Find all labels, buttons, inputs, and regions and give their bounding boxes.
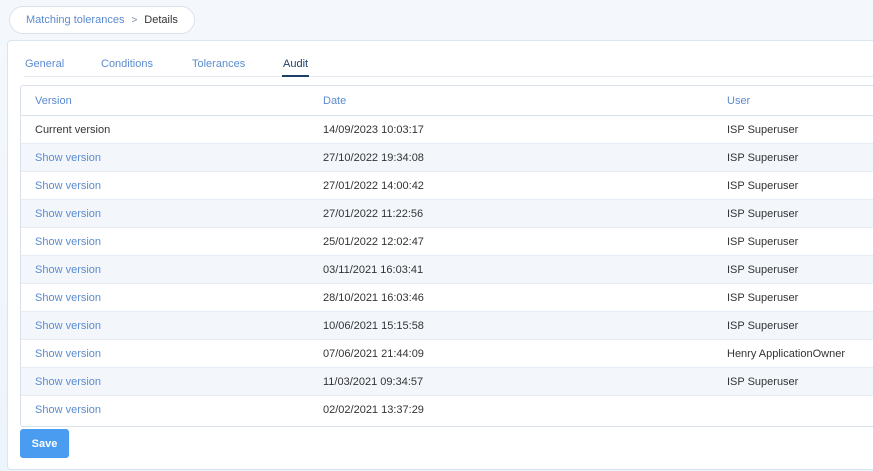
date-cell: 14/09/2023 10:03:17: [323, 123, 424, 136]
date-cell: 27/01/2022 14:00:42: [323, 179, 424, 192]
breadcrumb-current: Details: [144, 14, 178, 26]
user-cell: ISP Superuser: [727, 151, 799, 164]
table-row: Show version 27/10/2022 19:34:08 ISP Super…: [21, 144, 873, 172]
show-version-link[interactable]: Show version: [35, 292, 101, 304]
user-cell: ISP Superuser: [727, 123, 799, 136]
breadcrumb: Matching tolerances > Details: [9, 6, 195, 34]
table-row: Show version 27/01/2022 14:00:42 ISP Super…: [21, 172, 873, 200]
user-cell: ISP Superuser: [727, 207, 799, 220]
tab-audit[interactable]: Audit: [282, 56, 310, 77]
date-cell: 11/03/2021 09:34:57: [323, 375, 424, 388]
user-cell: ISP Superuser: [727, 375, 799, 388]
user-cell: ISP Superuser: [727, 235, 799, 248]
date-cell: 27/01/2022 11:22:56: [323, 207, 424, 220]
date-cell: 25/01/2022 12:02:47: [323, 235, 424, 248]
save-button[interactable]: Save: [20, 429, 69, 458]
column-header-version[interactable]: Version: [35, 95, 72, 107]
user-cell: Henry ApplicationOwner: [727, 347, 846, 360]
table-row: Current version 14/09/2023 10:03:17 ISP Su…: [21, 116, 873, 144]
tab-bar: General Conditions Tolerances Audit: [24, 56, 873, 77]
show-version-link[interactable]: Show version: [35, 208, 101, 220]
table-row: Show version 10/06/2021 15:15:58 ISP Super…: [21, 312, 873, 340]
grid-header: Version Date User: [21, 86, 873, 116]
show-version-link[interactable]: Show version: [35, 320, 101, 332]
table-row: Show version 25/01/2022 12:02:47 ISP Super…: [21, 228, 873, 256]
date-cell: 10/06/2021 15:15:58: [323, 319, 424, 332]
tab-conditions[interactable]: Conditions: [100, 56, 154, 77]
table-row: Show version 11/03/2021 09:34:57 ISP Super…: [21, 368, 873, 396]
user-cell: ISP Superuser: [727, 291, 799, 304]
table-row: Show version 27/01/2022 11:22:56 ISP Super…: [21, 200, 873, 228]
column-header-user[interactable]: User: [727, 95, 750, 107]
breadcrumb-separator: >: [131, 14, 138, 26]
date-cell: 28/10/2021 16:03:46: [323, 291, 424, 304]
user-cell: ISP Superuser: [727, 263, 799, 276]
tab-general[interactable]: General: [24, 56, 65, 77]
date-cell: 27/10/2022 19:34:08: [323, 151, 424, 164]
column-header-date[interactable]: Date: [323, 95, 346, 107]
table-row: Show version 03/11/2021 16:03:41 ISP Super…: [21, 256, 873, 284]
show-version-link[interactable]: Show version: [35, 264, 101, 276]
show-version-link[interactable]: Show version: [35, 404, 101, 416]
user-cell: ISP Superuser: [727, 179, 799, 192]
table-row: Show version 02/02/2021 13:37:29: [21, 396, 873, 424]
date-cell: 03/11/2021 16:03:41: [323, 263, 424, 276]
show-version-link[interactable]: Show version: [35, 376, 101, 388]
show-version-link[interactable]: Show version: [35, 152, 101, 164]
show-version-link[interactable]: Show version: [35, 348, 101, 360]
show-version-link[interactable]: Show version: [35, 236, 101, 248]
grid-body: Current version 14/09/2023 10:03:17 ISP Su…: [21, 116, 873, 424]
current-version-label: Current version: [35, 123, 111, 136]
date-cell: 07/06/2021 21:44:09: [323, 347, 424, 360]
show-version-link[interactable]: Show version: [35, 180, 101, 192]
date-cell: 02/02/2021 13:37:29: [323, 404, 424, 416]
details-panel: General Conditions Tolerances Audit Vers…: [7, 40, 873, 470]
breadcrumb-link-matching-tolerances[interactable]: Matching tolerances: [26, 14, 124, 26]
user-cell: ISP Superuser: [727, 319, 799, 332]
audit-grid: Version Date User Current version 14/09/2…: [20, 85, 873, 427]
tab-tolerances[interactable]: Tolerances: [191, 56, 246, 77]
table-row: Show version 28/10/2021 16:03:46 ISP Super…: [21, 284, 873, 312]
table-row: Show version 07/06/2021 21:44:09 Henry App…: [21, 340, 873, 368]
